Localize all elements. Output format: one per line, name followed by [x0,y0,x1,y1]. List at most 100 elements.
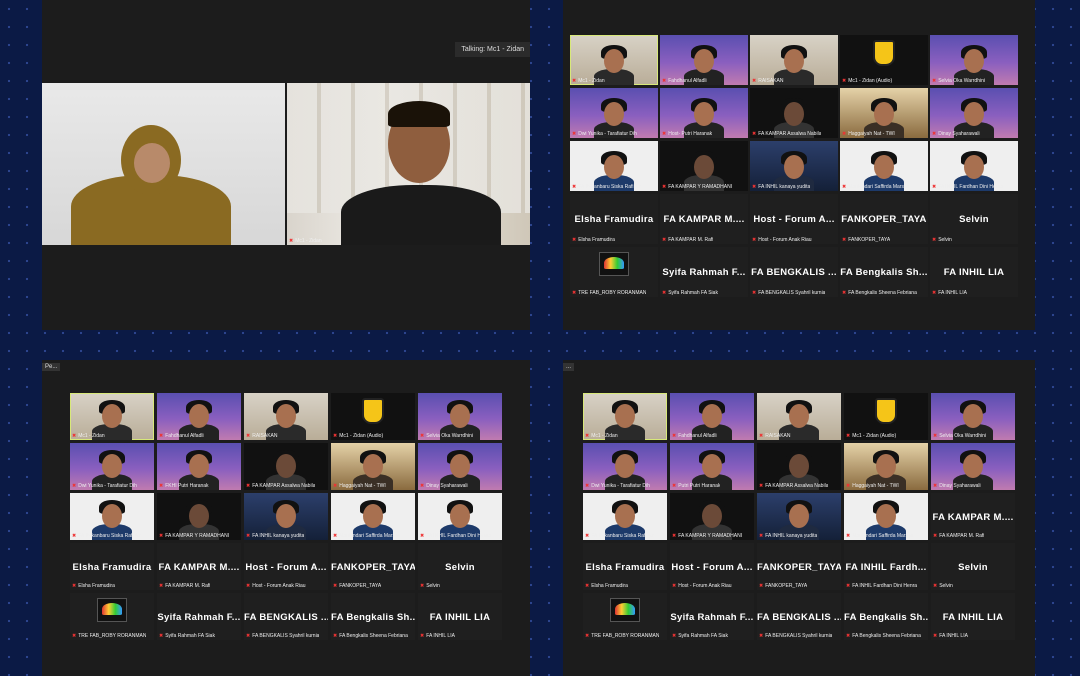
muted-mic-icon: ✖ [752,131,757,137]
participant-tile[interactable]: FA INHIL LIA ✖ FA INHIL LIA [418,593,502,640]
participant-name-display: FA INHIL LIA [942,611,1004,623]
participant-tile[interactable]: FA KAMPAR M.... ✖ FA KAMPAR M. Rafi [157,543,241,590]
participant-tile[interactable]: ✖ FA KAMPAR Y RAMADHANI [670,493,754,540]
participant-tile[interactable]: ✖ Haggaiyah Nat - TWI [840,88,928,138]
participant-tile[interactable]: FA BENGKALIS ... ✖ FA BENGKALIS Syahril ku… [750,247,838,297]
participant-tile[interactable]: FA Bengkalis Sh... ✖ FA Bengkalis Sheena F… [840,247,928,297]
participant-tile[interactable]: ✖ Mc1 - Zidan (Audio) [844,393,928,440]
participant-tile[interactable]: ✖ FA KAMPAR Assalwa Nabila [757,443,841,490]
participant-tile[interactable]: ✖ FA KAMPAR Y RAMADHANI [660,141,748,191]
participant-name: FANKOPER_TAYA [765,583,808,589]
participant-name: Selvia Oka Warrdhini [938,78,985,84]
organization-logo [97,597,127,622]
participant-tile[interactable]: ✖ FA INHIL Fardhan Dini Henra [418,493,502,540]
participant-tile[interactable]: ✖ Fahdhanul Alfadli [670,393,754,440]
participant-tile[interactable]: ✖ Dwi Yunika - Tarafiatur Dih [583,443,667,490]
participant-tile[interactable]: FA INHIL LIA ✖ FA INHIL LIA [930,247,1018,297]
participant-tile[interactable]: ✖ FA Pekanbaru Siska Rafi Az... [70,493,154,540]
participant-tile[interactable]: ✖ Maulandari Saffirda Marsau [331,493,415,540]
participant-tile[interactable]: ✖ Haggaiyah Nat - TWI [331,443,415,490]
participant-name: Fahdhanul Alfadli [165,433,204,439]
muted-mic-icon: ✖ [585,583,590,589]
participant-tile[interactable]: FANKOPER_TAYA ✖ FANKOPER_TAYA [331,543,415,590]
participant-tile[interactable]: FA INHIL Fardh... ✖ FA INHIL Fardhan Dini … [844,543,928,590]
participant-tile[interactable]: Host - Forum A... ✖ Host - Forum Anak Riau [750,194,838,244]
participant-tile[interactable]: FA KAMPAR M.... ✖ FA KAMPAR M. Rafi [660,194,748,244]
participant-tile[interactable]: ✖ Maulandari Saffirda Marsau [844,493,928,540]
muted-mic-icon: ✖ [672,483,677,489]
participant-name-display: Selvin [959,214,989,225]
participant-tile[interactable]: FA INHIL LIA ✖ FA INHIL LIA [931,593,1015,640]
participant-tile[interactable]: ✖ TRE FAB_ROBY RORANMAN [570,247,658,297]
tile-caption: ✖ FA INHIL LIA [933,633,968,639]
participant-tile[interactable]: ✖ Mc1 - Zidan (Audio) [331,393,415,440]
participant-name-display: FANKOPER_TAYA [331,561,415,573]
muted-mic-icon: ✖ [842,290,847,296]
muted-mic-icon: ✖ [72,583,77,589]
participant-tile[interactable]: ✖ Dwi Yunika - Tarafiatur Dih [570,88,658,138]
participant-tile[interactable]: ✖ Fahdhanul Alfadli [660,35,748,85]
participant-tile[interactable]: ✖ FA KAMPAR Assalwa Nabila [750,88,838,138]
participant-tile[interactable]: ✖ RAISAKAN [244,393,328,440]
participant-tile[interactable]: ✖ FA INHIL kanaya yudita [750,141,838,191]
muted-mic-icon: ✖ [159,633,164,639]
participant-tile[interactable]: ✖ Selvia Oka Warrdhini [930,35,1018,85]
participant-tile[interactable]: ✖ Mc1 - Zidan [570,35,658,85]
participant-tile[interactable]: Selvin ✖ Selvin [418,543,502,590]
participant-tile[interactable]: ✖ FKHI Putri Haranak [157,443,241,490]
participant-tile[interactable]: ✖ Fahdhanul Alfadli [157,393,241,440]
participant-tile[interactable]: Selvin ✖ Selvin [931,543,1015,590]
participant-tile[interactable]: FA Bengkalis Sh... ✖ FA Bengkalis Sheena F… [844,593,928,640]
participant-tile[interactable]: Host - Forum A... ✖ Host - Forum Anak Riau [670,543,754,590]
participant-name: TRE FAB_ROBY RORANMAN [591,633,660,639]
participant-tile[interactable]: ✖ Maulandari Saffirda Marsau [840,141,928,191]
participant-name-display: Selvin [958,561,988,573]
participant-tile[interactable]: ✖ Dinay Syaharawali [418,443,502,490]
speaker-tile-right[interactable]: ✖ Mc1 - Zidan [287,83,530,245]
participant-tile[interactable]: ✖ FA INHIL kanaya yudita [244,493,328,540]
participant-tile[interactable]: ✖ Host- Putri Haranak [660,88,748,138]
participant-tile[interactable]: FANKOPER_TAYA ✖ FANKOPER_TAYA [840,194,928,244]
participant-tile[interactable]: ✖ FA INHIL kanaya yudita [757,493,841,540]
participant-tile[interactable]: ✖ FA KAMPAR Y RAMADHANI [157,493,241,540]
tile-caption: ✖ Fahdhanul Alfadli [159,433,204,439]
participant-tile[interactable]: FA BENGKALIS ... ✖ FA BENGKALIS Syahril ku… [244,593,328,640]
participant-tile[interactable]: ✖ FA Pekanbaru Siska Rafi Az... [570,141,658,191]
participant-tile[interactable]: ✖ TRE FAB_ROBY RORANMAN [583,593,667,640]
participant-tile[interactable]: ✖ RAISAKAN [750,35,838,85]
participant-tile[interactable]: ✖ Mc1 - Zidan (Audio) [840,35,928,85]
gallery-window-bottom-right: ... ✖ Mc1 - Zidan ✖ Fahdhanul Alfadli ✖ RAISA… [563,360,1035,676]
participant-tile[interactable]: FA Bengkalis Sh... ✖ FA Bengkalis Sheena F… [331,593,415,640]
participant-tile[interactable]: Syifa Rahmah F... ✖ Syifa Rahmah FA Siak [660,247,748,297]
participant-tile[interactable]: Elsha Framudira ✖ Elsha Framudira [583,543,667,590]
tile-caption: ✖ Fahdhanul Alfadli [672,433,717,439]
participant-tile[interactable]: ✖ Mc1 - Zidan [70,393,154,440]
participant-tile[interactable]: ✖ RAISAKAN [757,393,841,440]
participant-tile[interactable]: Selvin ✖ Selvin [930,194,1018,244]
participant-tile[interactable]: ✖ Dinay Syaharawali [930,88,1018,138]
participant-tile[interactable]: Syifa Rahmah F... ✖ Syifa Rahmah FA Siak [157,593,241,640]
participant-tile[interactable]: FANKOPER_TAYA ✖ FANKOPER_TAYA [757,543,841,590]
participant-tile[interactable]: ✖ FA INHIL Fardhan Dini Henra [930,141,1018,191]
participant-tile[interactable]: ✖ Haggaiyah Nat - TWI [844,443,928,490]
participant-tile[interactable]: ✖ Selvia Oka Warrdhini [931,393,1015,440]
participant-tile[interactable]: ✖ Mc1 - Zidan [583,393,667,440]
participant-tile[interactable]: Elsha Framudira ✖ Elsha Framudira [70,543,154,590]
speaker-tile-left[interactable] [42,83,285,245]
participant-tile[interactable]: Host - Forum A... ✖ Host - Forum Anak Riau [244,543,328,590]
participant-tile[interactable]: ✖ FA KAMPAR Assalwa Nabila [244,443,328,490]
participant-tile[interactable]: FA BENGKALIS ... ✖ FA BENGKALIS Syahril ku… [757,593,841,640]
participant-tile[interactable]: Syifa Rahmah F... ✖ Syifa Rahmah FA Siak [670,593,754,640]
participant-name-display: FA BENGKALIS ... [244,611,328,623]
participant-tile[interactable]: FA KAMPAR M.... ✖ FA KAMPAR M. Rafi [931,493,1015,540]
tile-caption: ✖ Syifa Rahmah FA Siak [662,290,718,296]
participant-tile[interactable]: ✖ Putri Putri Haranak [670,443,754,490]
participant-tile[interactable]: ✖ Dwi Yunika - Tarafiatur Dih [70,443,154,490]
muted-mic-icon: ✖ [333,433,338,439]
participant-tile[interactable]: ✖ FA Pekanbaru Siska Rafi Az... [583,493,667,540]
participant-tile[interactable]: ✖ Dinay Syaharawali [931,443,1015,490]
participant-tile[interactable]: ✖ Selvia Oka Warrdhini [418,393,502,440]
participant-tile[interactable]: ✖ TRE FAB_ROBY RORANMAN [70,593,154,640]
gallery-window-bottom-left: Pe... ✖ Mc1 - Zidan ✖ Fahdhanul Alfadli ✖ RAI… [42,360,530,676]
participant-tile[interactable]: Elsha Framudira ✖ Elsha Framudira [570,194,658,244]
